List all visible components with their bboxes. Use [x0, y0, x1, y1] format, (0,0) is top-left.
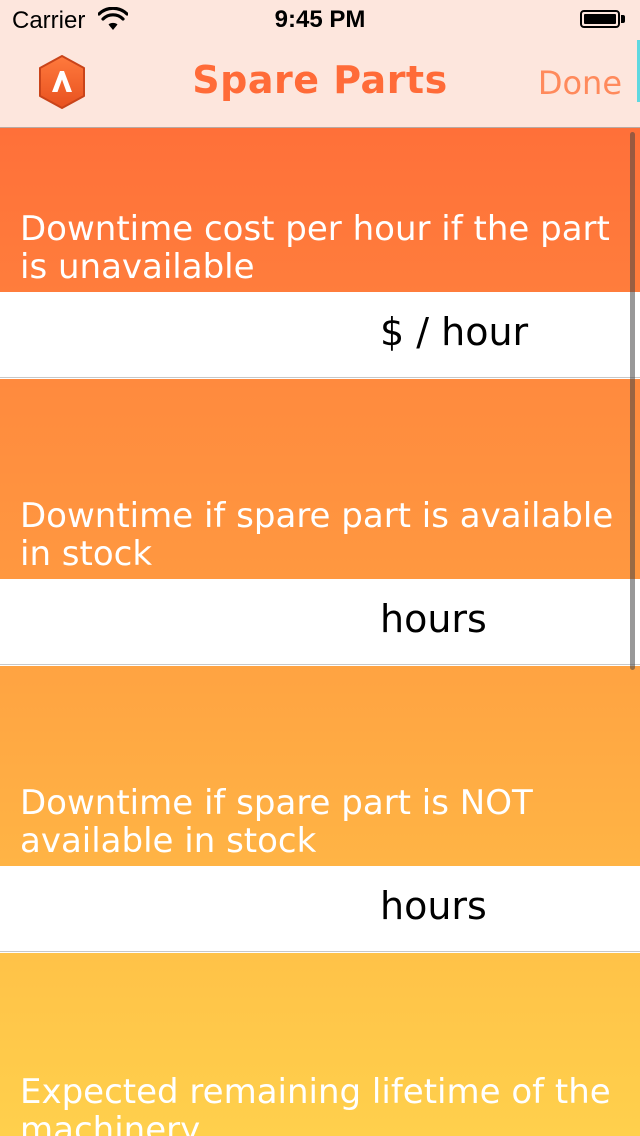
downtime-not-in-stock-input[interactable]: hours	[0, 866, 640, 952]
navigation-bar: Spare Parts Done	[0, 40, 640, 128]
field-header-downtime-cost: Downtime cost per hour if the part is un…	[0, 128, 640, 292]
field-label: Downtime if spare part is NOT available …	[20, 783, 533, 861]
field-header-downtime-in-stock: Downtime if spare part is available in s…	[0, 379, 640, 579]
field-header-downtime-not-in-stock: Downtime if spare part is NOT available …	[0, 666, 640, 866]
form-list[interactable]: Downtime cost per hour if the part is un…	[0, 128, 640, 1136]
scrollbar[interactable]	[630, 132, 635, 670]
battery-tip	[621, 15, 625, 23]
done-button[interactable]: Done	[538, 64, 622, 102]
unit-label: hours	[380, 884, 487, 928]
field-header-remaining-lifetime: Expected remaining lifetime of the machi…	[0, 953, 640, 1136]
clock: 9:45 PM	[274, 6, 366, 33]
downtime-cost-input[interactable]: $ / hour	[0, 292, 640, 378]
status-bar: Carrier 9:45 PM	[0, 0, 640, 40]
field-label: Expected remaining lifetime of the machi…	[20, 1072, 611, 1136]
unit-label: hours	[380, 597, 487, 641]
battery-icon	[580, 10, 620, 28]
field-label: Downtime if spare part is available in s…	[20, 496, 614, 574]
field-label: Downtime cost per hour if the part is un…	[20, 209, 610, 287]
downtime-in-stock-input[interactable]: hours	[0, 579, 640, 665]
unit-label: $ / hour	[380, 310, 529, 354]
